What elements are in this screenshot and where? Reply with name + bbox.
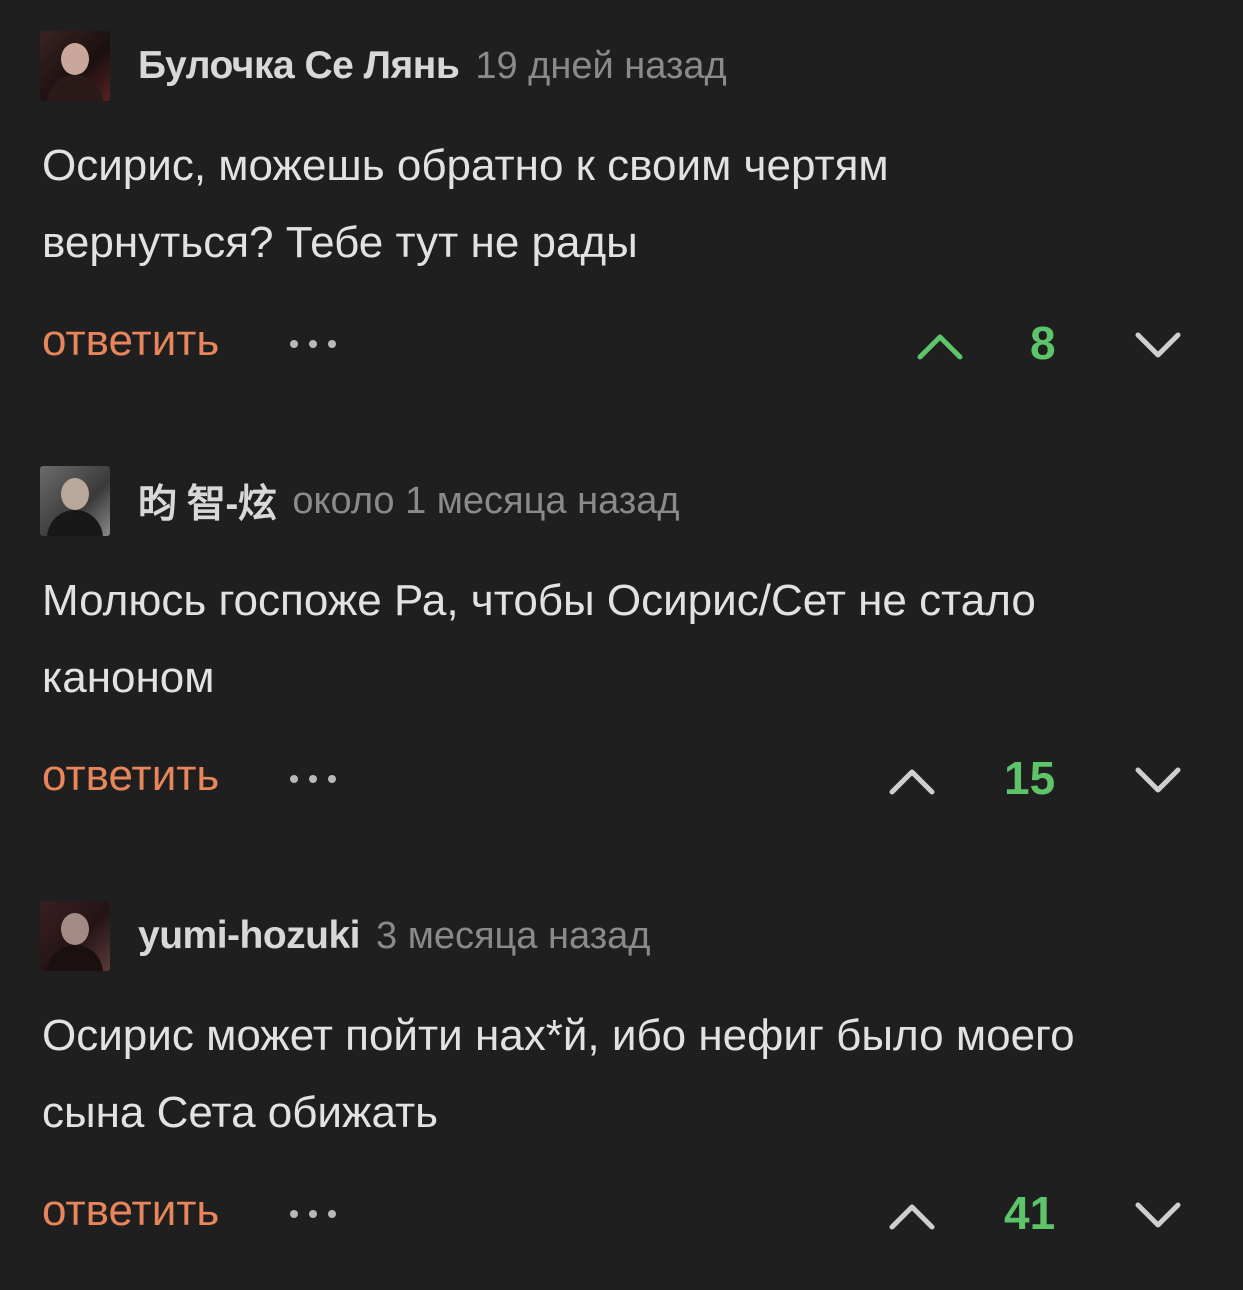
chevron-up-icon[interactable] <box>910 325 970 365</box>
comment-item: 昀 智-炫 около 1 месяца назад Молюсь госпож… <box>0 435 1243 855</box>
comment-username[interactable]: 昀 智-炫 <box>138 473 277 529</box>
comment-header: Булочка Се Лянь 19 дней назад <box>40 30 727 102</box>
comment-item: Булочка Се Лянь 19 дней назад Осирис, мо… <box>0 0 1243 420</box>
comment-header: yumi-hozuki 3 месяца назад <box>40 900 650 972</box>
chevron-up-icon[interactable] <box>882 760 942 800</box>
more-dots-icon[interactable] <box>290 775 336 785</box>
comment-actions: ответить 41 <box>0 1160 1243 1270</box>
comment-item: yumi-hozuki 3 месяца назад Осирис может … <box>0 870 1243 1290</box>
rating-count: 8 <box>1030 317 1056 369</box>
avatar[interactable] <box>40 901 110 971</box>
rating-count: 15 <box>1004 752 1056 804</box>
comment-text-line: Осирис может пойти нах*й, ибо нефиг было… <box>42 1011 1075 1060</box>
more-dots-icon[interactable] <box>290 1210 336 1220</box>
comment-text-line: Молюсь госпоже Ра, чтобы Осирис/Сет не с… <box>42 576 1036 625</box>
comment-username[interactable]: yumi-hozuki <box>138 914 361 958</box>
comment-text-line: Осирис, можешь обратно к своим чертям <box>42 141 889 190</box>
avatar[interactable] <box>40 466 110 536</box>
reply-link[interactable]: ответить <box>42 316 219 366</box>
reply-link[interactable]: ответить <box>42 751 219 801</box>
comment-text: Осирис может пойти нах*й, ибо нефиг было… <box>42 997 1212 1151</box>
reply-link[interactable]: ответить <box>42 1186 219 1236</box>
more-dots-icon[interactable] <box>290 340 336 350</box>
comment-text-line: сына Сета обижать <box>42 1088 439 1137</box>
comment-actions: ответить 8 <box>0 290 1243 400</box>
chevron-down-icon[interactable] <box>1128 760 1188 800</box>
chevron-down-icon[interactable] <box>1128 325 1188 365</box>
comment-actions: ответить 15 <box>0 725 1243 835</box>
rating-count: 41 <box>1004 1187 1056 1239</box>
comment-text-line: вернуться? Тебе тут не рады <box>42 218 638 267</box>
comment-timestamp: около 1 месяца назад <box>292 479 680 522</box>
comment-text: Осирис, можешь обратно к своим чертям ве… <box>42 127 1212 281</box>
comment-timestamp: 19 дней назад <box>475 44 727 87</box>
chevron-down-icon[interactable] <box>1128 1195 1188 1235</box>
comment-username[interactable]: Булочка Се Лянь <box>138 44 460 88</box>
chevron-up-icon[interactable] <box>882 1195 942 1235</box>
comment-header: 昀 智-炫 около 1 месяца назад <box>40 465 680 537</box>
avatar[interactable] <box>40 31 110 101</box>
comment-text-line: каноном <box>42 653 215 702</box>
comment-text: Молюсь госпоже Ра, чтобы Осирис/Сет не с… <box>42 562 1212 716</box>
comment-timestamp: 3 месяца назад <box>376 914 651 957</box>
